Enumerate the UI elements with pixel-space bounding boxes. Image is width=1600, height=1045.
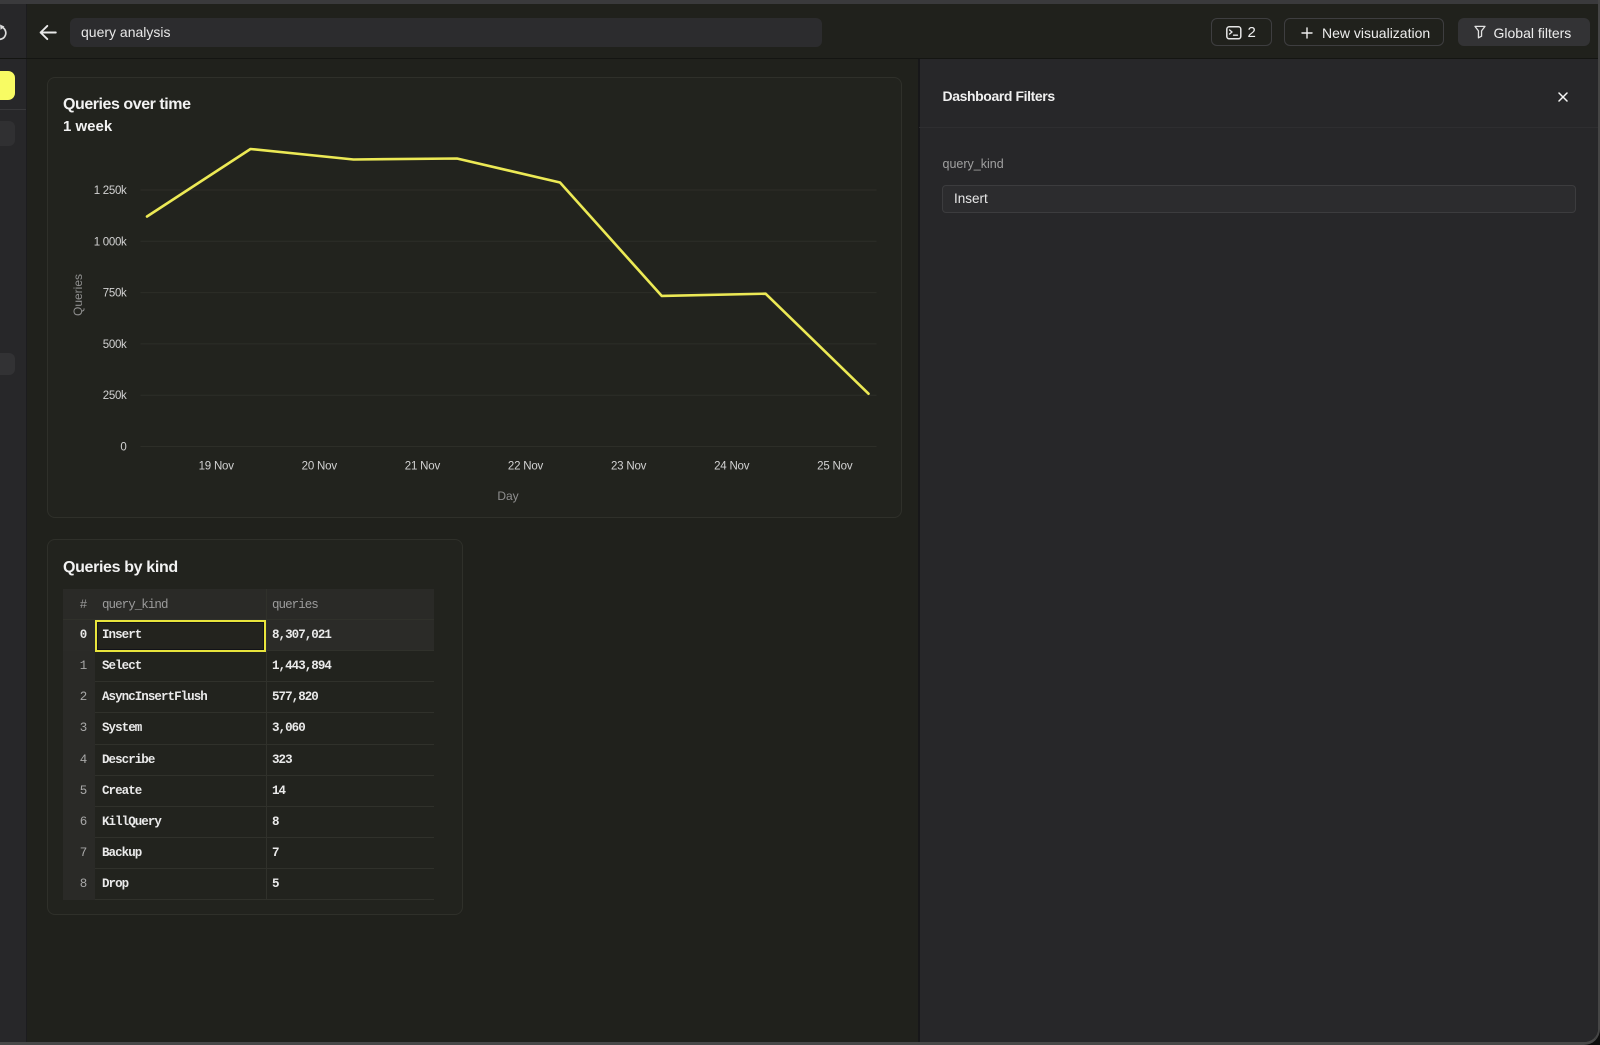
svg-text:24 Nov: 24 Nov	[714, 461, 750, 473]
svg-text:Queries: Queries	[71, 274, 85, 316]
svg-text:1 250k: 1 250k	[94, 185, 127, 197]
svg-text:25 Nov: 25 Nov	[817, 461, 853, 473]
svg-text:22 Nov: 22 Nov	[508, 461, 544, 473]
svg-text:250k: 250k	[103, 390, 127, 402]
svg-text:Day: Day	[497, 489, 518, 503]
svg-text:0: 0	[120, 442, 126, 454]
svg-text:750k: 750k	[103, 288, 127, 300]
svg-text:21 Nov: 21 Nov	[405, 461, 441, 473]
svg-text:1 000k: 1 000k	[94, 236, 127, 248]
svg-text:20 Nov: 20 Nov	[302, 461, 338, 473]
svg-text:19 Nov: 19 Nov	[199, 461, 235, 473]
svg-text:23 Nov: 23 Nov	[611, 461, 647, 473]
svg-text:500k: 500k	[103, 339, 127, 351]
